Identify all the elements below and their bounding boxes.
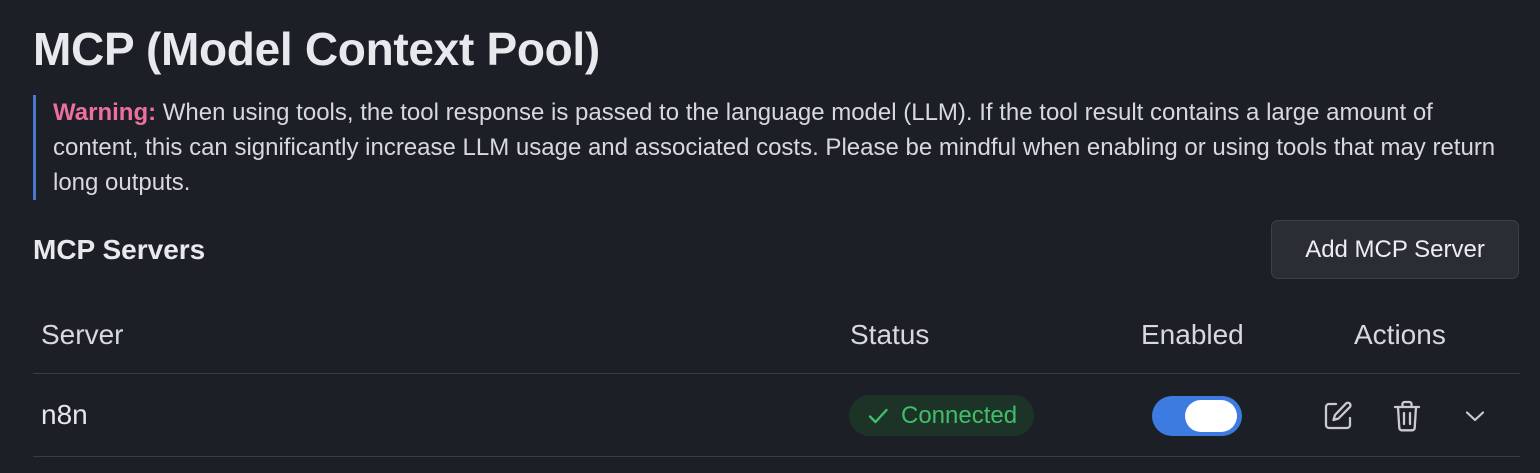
column-header-status: Status — [850, 319, 930, 350]
toggle-knob — [1185, 400, 1237, 432]
column-header-enabled: Enabled — [1141, 319, 1244, 350]
section-title-mcp-servers: MCP Servers — [33, 234, 206, 265]
table-row: n8n Connected — [33, 374, 1520, 457]
chevron-down-icon[interactable] — [1455, 396, 1495, 436]
status-text: Connected — [901, 401, 1018, 429]
edit-icon[interactable] — [1318, 396, 1358, 436]
trash-icon[interactable] — [1387, 396, 1427, 436]
enabled-toggle[interactable] — [1152, 396, 1242, 436]
check-icon — [867, 405, 889, 427]
server-name: n8n — [41, 399, 88, 430]
add-mcp-server-button[interactable]: Add MCP Server — [1271, 220, 1519, 279]
page-title: MCP (Model Context Pool) — [33, 23, 600, 75]
status-badge: Connected — [849, 395, 1035, 436]
column-header-actions: Actions — [1354, 319, 1446, 350]
warning-callout: Warning: When using tools, the tool resp… — [33, 95, 1513, 200]
table-header: Server Status Enabled Actions — [33, 300, 1520, 374]
mcp-settings-page: MCP (Model Context Pool) Warning: When u… — [0, 0, 1540, 473]
warning-label: Warning: — [53, 99, 157, 126]
column-header-server: Server — [41, 319, 124, 350]
warning-text: When using tools, the tool response is p… — [53, 99, 1496, 196]
mcp-servers-table: Server Status Enabled Actions n8n Connec… — [33, 300, 1520, 457]
